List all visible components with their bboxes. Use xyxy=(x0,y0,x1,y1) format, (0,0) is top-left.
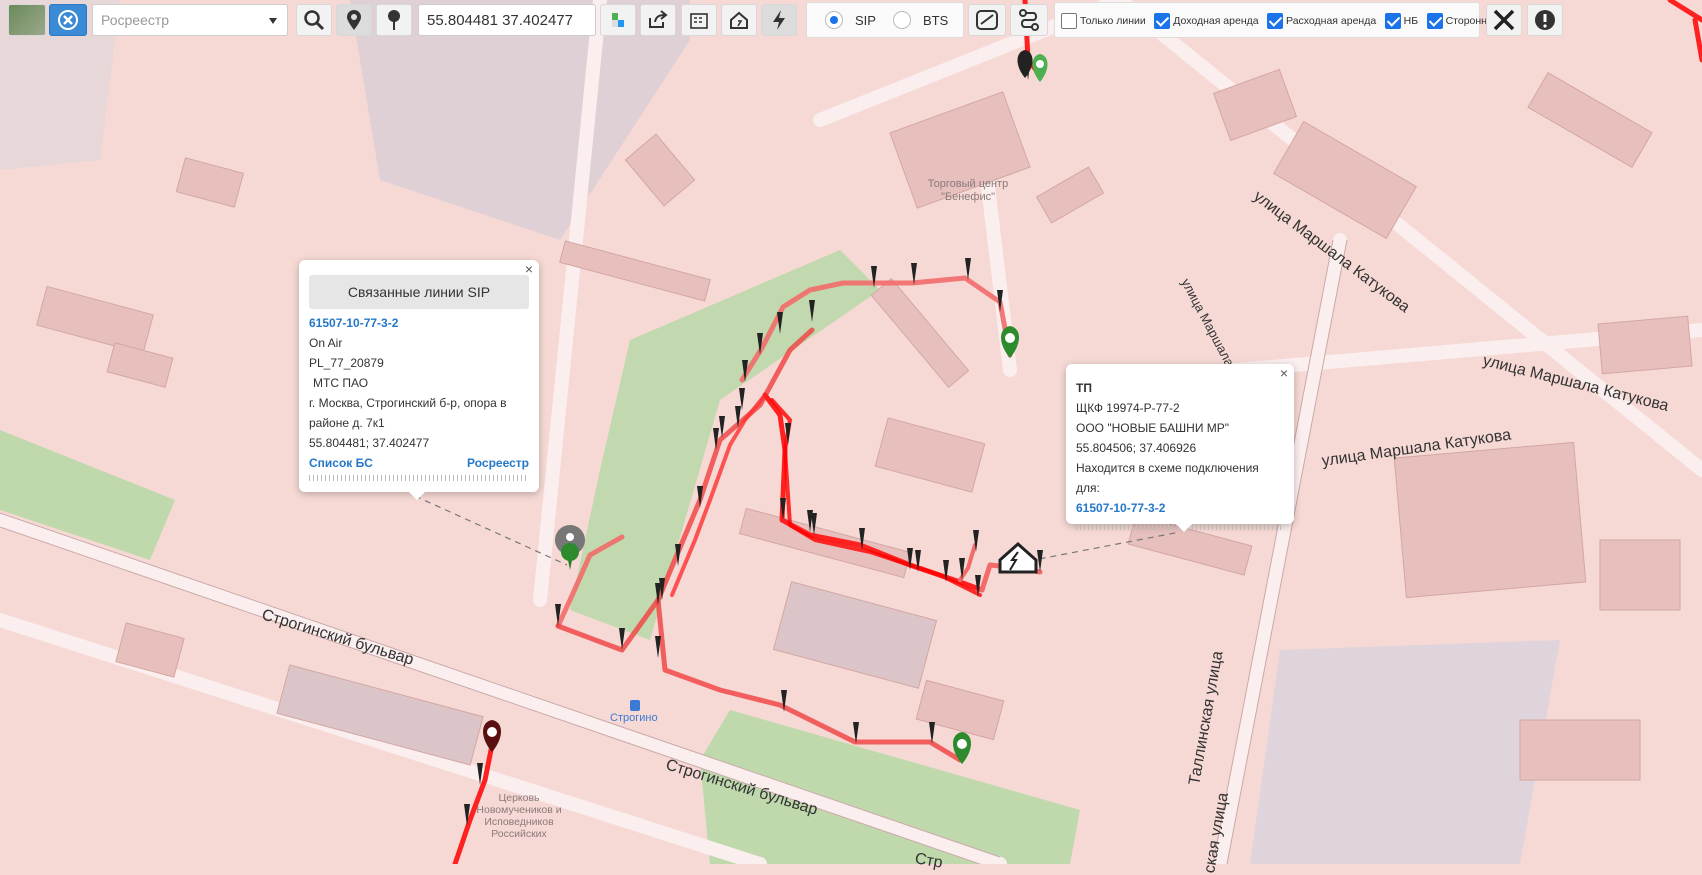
map-pin-icon xyxy=(347,10,361,30)
tp-title: ТП xyxy=(1076,381,1092,395)
tools-button[interactable] xyxy=(1486,4,1522,36)
lightning-icon xyxy=(773,10,785,30)
coords-input[interactable] xyxy=(418,4,596,36)
close-popup-button[interactable]: × xyxy=(1280,366,1288,380)
map-canvas[interactable] xyxy=(0,0,1702,864)
search-button[interactable] xyxy=(296,4,332,36)
pin-button[interactable] xyxy=(376,4,412,36)
tp-popup: × ТП ЩКФ 19974-Р-77-2 ООО "НОВЫЕ БАШНИ М… xyxy=(1066,364,1294,532)
rosreestr-link[interactable]: Росреестр xyxy=(467,453,529,473)
building-icon xyxy=(690,13,708,29)
filter-checkbox[interactable] xyxy=(1426,12,1443,29)
popup-header-button[interactable]: Связанные линии SIP xyxy=(309,275,529,309)
church-label: Церковь Новомучеников и Исповедников Рос… xyxy=(476,792,562,840)
bs-address: г. Москва, Строгинский б-р, опора в райо… xyxy=(309,396,507,430)
metro-icon xyxy=(630,700,640,711)
power-button[interactable] xyxy=(761,4,797,36)
radio-sip-label: SIP xyxy=(855,13,876,28)
share-button[interactable] xyxy=(640,4,676,36)
bs-coords: 55.804481; 37.402477 xyxy=(309,436,430,450)
tp-coords: 55.804506; 37.406926 xyxy=(1076,441,1197,455)
house-power-icon xyxy=(730,11,748,29)
alert-icon xyxy=(1535,10,1555,30)
popup-tail xyxy=(409,492,425,500)
radio-bts[interactable] xyxy=(893,11,911,29)
chevron-down-icon xyxy=(269,18,277,24)
source-select-value: Росреестр xyxy=(101,12,170,28)
search-icon xyxy=(304,10,325,31)
filter-checkbox[interactable] xyxy=(1061,12,1077,29)
street-label: Стр xyxy=(913,850,944,872)
close-popup-button[interactable]: × xyxy=(525,262,533,276)
sip-lines-popup: × Связанные линии SIP 61507-10-77-3-2 On… xyxy=(299,260,539,500)
bs-operator: МТС ПАО xyxy=(313,376,369,390)
measure-button[interactable] xyxy=(968,4,1006,36)
tp-code: ЩКФ 19974-Р-77-2 xyxy=(1076,401,1180,415)
tp-id-link[interactable]: 61507-10-77-3-2 xyxy=(1076,498,1284,518)
building-button[interactable] xyxy=(681,4,717,36)
tp-org: ООО "НОВЫЕ БАШНИ МР" xyxy=(1076,421,1230,435)
substation-button[interactable] xyxy=(721,4,757,36)
route-icon xyxy=(1019,9,1039,31)
filter-group: Только линии Доходная аренда Расходная а… xyxy=(1054,2,1499,38)
filter-lines-only[interactable]: Только линии xyxy=(1061,12,1150,29)
filter-checkbox[interactable] xyxy=(1267,12,1284,29)
segment-logo-icon xyxy=(612,13,624,27)
close-circle-icon xyxy=(58,10,78,30)
layer-radio-group: SIP BTS xyxy=(806,2,964,38)
filter-checkbox[interactable] xyxy=(1384,12,1401,29)
bs-status: On Air xyxy=(309,336,343,350)
filter-checkbox[interactable] xyxy=(1154,12,1171,29)
pushpin-icon xyxy=(388,10,400,30)
bs-code: PL_77_20879 xyxy=(309,356,384,370)
radio-sip[interactable] xyxy=(825,11,843,29)
tp-note: Находится в схеме подключения для: xyxy=(1076,461,1259,495)
route-button[interactable] xyxy=(1010,4,1048,36)
satellite-layer-button[interactable] xyxy=(8,4,46,36)
source-select[interactable]: Росреестр xyxy=(92,4,288,36)
geo-service-button[interactable] xyxy=(600,4,636,36)
bs-id-link[interactable]: 61507-10-77-3-2 xyxy=(309,313,529,333)
tools-icon xyxy=(1493,9,1515,31)
bs-list-link[interactable]: Список БС xyxy=(309,453,373,473)
share-icon xyxy=(649,10,668,28)
filter-nb[interactable]: НБ xyxy=(1384,12,1422,29)
popup-tail xyxy=(1176,524,1192,532)
clear-button[interactable] xyxy=(49,4,87,36)
alert-button[interactable] xyxy=(1527,4,1563,36)
marker-button[interactable] xyxy=(336,4,372,36)
ruler-map-icon xyxy=(976,10,998,30)
filter-income-rent[interactable]: Доходная аренда xyxy=(1154,12,1262,29)
filter-expense-rent[interactable]: Расходная аренда xyxy=(1267,12,1380,29)
mall-label: Торговый центр "Бенефис" xyxy=(927,178,1009,203)
metro-label: Строгино xyxy=(610,712,658,724)
popup-footer-dots xyxy=(309,475,529,481)
radio-bts-label: BTS xyxy=(923,13,949,28)
